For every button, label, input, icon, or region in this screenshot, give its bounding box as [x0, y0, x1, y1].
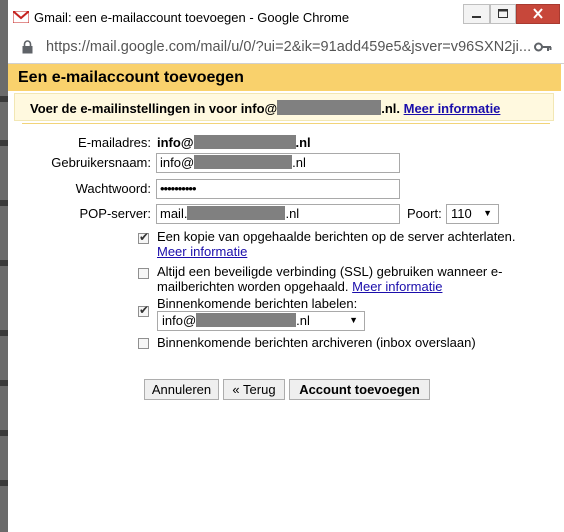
- background-page-edge: [0, 0, 8, 532]
- email-suffix: .nl: [295, 135, 311, 150]
- ssl-label-line1: Altijd een beveiligde verbinding (SSL) g…: [157, 264, 503, 279]
- label-incoming-label: Binnenkomende berichten labelen:: [157, 296, 358, 311]
- port-select[interactable]: 110 ▼: [446, 204, 499, 224]
- username-suffix: .nl: [292, 155, 306, 170]
- add-account-dialog: Een e-mailaccount toevoegen Voer de e-ma…: [8, 64, 561, 532]
- browser-window: Gmail: een e-mailaccount toevoegen - Goo…: [0, 0, 564, 532]
- label-select[interactable]: info@ .nl ▼: [157, 311, 365, 331]
- maximize-button[interactable]: [490, 4, 516, 24]
- cancel-button[interactable]: Annuleren: [144, 379, 219, 400]
- back-button[interactable]: « Terug: [223, 379, 285, 400]
- archive-label: Binnenkomende berichten archiveren (inbo…: [157, 335, 476, 350]
- intro-prefix: Voer de e-mailinstellingen in voor info@: [30, 101, 278, 116]
- pop-suffix: .nl: [285, 206, 300, 221]
- key-icon[interactable]: [534, 41, 552, 53]
- username-prefix: info@: [160, 155, 195, 170]
- label-incoming-checkbox[interactable]: ✔: [138, 303, 150, 317]
- pop-server-input[interactable]: mail. .nl: [156, 204, 400, 224]
- address-bar[interactable]: https://mail.google.com/mail/u/0/?ui=2&i…: [8, 32, 564, 63]
- close-window-button[interactable]: [516, 4, 560, 24]
- port-label: Poort:: [407, 206, 442, 221]
- pop-server-label: POP-server:: [79, 206, 151, 221]
- window-title: Gmail: een e-mailaccount toevoegen - Goo…: [34, 10, 350, 25]
- more-info-link[interactable]: Meer informatie: [404, 101, 501, 116]
- pop-prefix: mail.: [160, 206, 188, 221]
- ssl-label-line2: mailberichten worden opgehaald.: [157, 279, 349, 294]
- dialog-title: Een e-mailaccount toevoegen: [18, 69, 244, 86]
- leave-copy-label: Een kopie van opgehaalde berichten op de…: [157, 229, 516, 244]
- email-label: E-mailadres:: [78, 135, 151, 150]
- redacted-domain: [187, 206, 286, 220]
- redacted-domain: [194, 155, 293, 169]
- url-text[interactable]: https://mail.google.com/mail/u/0/?ui=2&i…: [46, 39, 531, 55]
- port-value: 110: [451, 206, 472, 221]
- leave-copy-option: Een kopie van opgehaalde berichten op de…: [157, 229, 547, 259]
- ssl-more-info-link[interactable]: Meer informatie: [352, 279, 442, 294]
- username-label: Gebruikersnaam:: [51, 155, 151, 170]
- lock-icon: [22, 40, 33, 54]
- password-label: Wachtwoord:: [75, 181, 151, 196]
- label-select-suffix: .nl: [296, 313, 310, 328]
- add-account-button[interactable]: Account toevoegen: [289, 379, 430, 400]
- username-input[interactable]: info@ .nl: [156, 153, 400, 173]
- redacted-domain: [193, 135, 296, 149]
- ssl-option: Altijd een beveiligde verbinding (SSL) g…: [157, 264, 552, 294]
- email-value: info@ .nl: [157, 135, 311, 150]
- minimize-icon: [472, 16, 481, 18]
- checkmark-icon: ✔: [139, 230, 150, 244]
- archive-checkbox[interactable]: [138, 338, 149, 349]
- dialog-header: Een e-mailaccount toevoegen: [8, 64, 561, 91]
- password-input[interactable]: ••••••••••: [156, 179, 400, 199]
- ssl-checkbox[interactable]: [138, 268, 149, 279]
- checkmark-icon: ✔: [139, 303, 150, 317]
- email-prefix: info@: [157, 135, 194, 150]
- gmail-icon: [13, 11, 29, 23]
- label-select-prefix: info@: [162, 313, 197, 328]
- intro-text: Voer de e-mailinstellingen in voor info@…: [30, 100, 500, 116]
- minimize-button[interactable]: [463, 4, 490, 24]
- intro-box: Voer de e-mailinstellingen in voor info@…: [14, 93, 554, 121]
- redacted-domain: [277, 100, 382, 115]
- header-rule: [22, 123, 550, 124]
- leave-copy-checkbox[interactable]: ✔: [138, 230, 150, 244]
- title-bar: Gmail: een e-mailaccount toevoegen - Goo…: [0, 0, 564, 32]
- leave-copy-more-info-link[interactable]: Meer informatie: [157, 244, 247, 259]
- chevron-down-icon: ▼: [483, 208, 492, 218]
- intro-suffix: .nl.: [381, 101, 400, 116]
- maximize-icon: [498, 9, 508, 18]
- chevron-down-icon: ▼: [349, 315, 358, 325]
- close-icon: [533, 8, 543, 19]
- redacted-domain: [196, 313, 297, 327]
